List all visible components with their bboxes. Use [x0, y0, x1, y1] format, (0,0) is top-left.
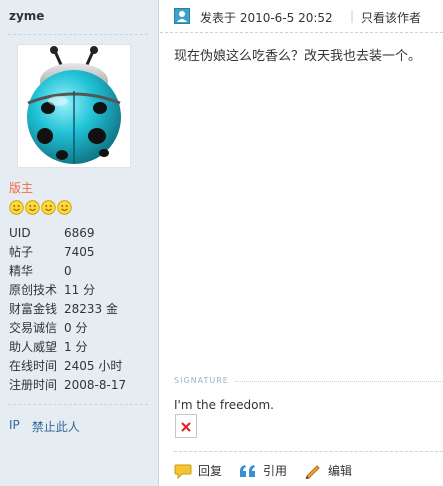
- stat-value: 6869: [64, 226, 95, 240]
- post-time: 发表于 2010-6-5 20:52: [200, 11, 333, 25]
- stat-label: 财富金钱: [9, 302, 58, 316]
- stat-value: 7405: [64, 245, 95, 259]
- stat-label: 在线时间: [9, 359, 58, 373]
- stat-row: 交易诚信 0 分: [9, 319, 126, 338]
- sidebar-divider: [8, 404, 148, 405]
- stat-value: 0: [64, 264, 72, 278]
- author-name[interactable]: zyme: [9, 9, 44, 23]
- stat-value: 28233 金: [64, 302, 118, 316]
- stat-row: UID 6869: [9, 224, 126, 243]
- stat-label: 助人威望: [9, 340, 58, 354]
- author-sidebar: zyme 版主 UID 6869 帖子 7405 精华 0 原创技术 11 分 …: [0, 0, 159, 486]
- post-actions: 回复 引用 编辑: [174, 462, 369, 479]
- signature-divider: [235, 381, 443, 382]
- quote-button[interactable]: 引用: [239, 462, 287, 479]
- rank-smiley-icon: [25, 200, 40, 215]
- post-main: 发表于 2010-6-5 20:52 | 只看该作者 现在伪娘这么吃香么？改天我…: [160, 0, 443, 486]
- ladybug-avatar-icon: [27, 46, 121, 164]
- stat-value: 2405 小时: [64, 359, 123, 373]
- stat-label: 精华: [9, 264, 34, 278]
- header-separator: |: [350, 9, 355, 23]
- reply-icon: [174, 464, 192, 479]
- sidebar-divider: [8, 34, 148, 35]
- stat-label: 注册时间: [9, 378, 58, 392]
- stat-value: 1 分: [64, 340, 88, 354]
- reply-label: 回复: [198, 464, 223, 478]
- broken-image-icon: [175, 414, 197, 438]
- stat-label: 帖子: [9, 245, 34, 259]
- rank-smiley-icon: [41, 200, 56, 215]
- stat-row: 精华 0: [9, 262, 126, 281]
- stat-row: 在线时间 2405 小时: [9, 357, 126, 376]
- post-header: 发表于 2010-6-5 20:52 | 只看该作者: [160, 0, 443, 33]
- stat-value: 2008-8-17: [64, 378, 127, 392]
- signature-label: SIGNATURE: [174, 376, 229, 385]
- edit-button[interactable]: 编辑: [304, 462, 352, 479]
- stat-value: 0 分: [64, 321, 88, 335]
- quote-icon: [240, 464, 256, 477]
- rank-smiley-icon: [57, 200, 72, 215]
- stat-label: UID: [9, 226, 31, 240]
- stat-row: 助人威望 1 分: [9, 338, 126, 357]
- stat-row: 帖子 7405: [9, 243, 126, 262]
- stat-row: 注册时间 2008-8-17: [9, 376, 126, 395]
- ban-user-link[interactable]: 禁止此人: [32, 418, 80, 435]
- actions-divider: [174, 451, 443, 452]
- ip-link[interactable]: IP: [9, 418, 20, 435]
- rank-stars: [9, 200, 72, 215]
- stat-label: 交易诚信: [9, 321, 58, 335]
- stat-label: 原创技术: [9, 283, 58, 297]
- rank-smiley-icon: [9, 200, 24, 215]
- edit-label: 编辑: [328, 464, 353, 478]
- quote-label: 引用: [263, 464, 288, 478]
- stat-row: 财富金钱 28233 金: [9, 300, 126, 319]
- user-group: 版主: [9, 181, 34, 195]
- avatar[interactable]: [17, 44, 131, 168]
- stat-row: 原创技术 11 分: [9, 281, 126, 300]
- signature-text: I'm the freedom.: [174, 398, 274, 412]
- reply-button[interactable]: 回复: [174, 462, 222, 479]
- user-stats: UID 6869 帖子 7405 精华 0 原创技术 11 分财富金钱 28233 金交易诚信 0…: [9, 224, 126, 395]
- pencil-icon: [305, 464, 320, 479]
- sidebar-links: IP 禁止此人: [9, 418, 80, 435]
- only-author-link[interactable]: 只看该作者: [361, 9, 421, 26]
- stat-value: 11 分: [64, 283, 96, 297]
- post-content: 现在伪娘这么吃香么？改天我也去装一个。: [174, 49, 422, 64]
- user-status-icon: [174, 8, 190, 24]
